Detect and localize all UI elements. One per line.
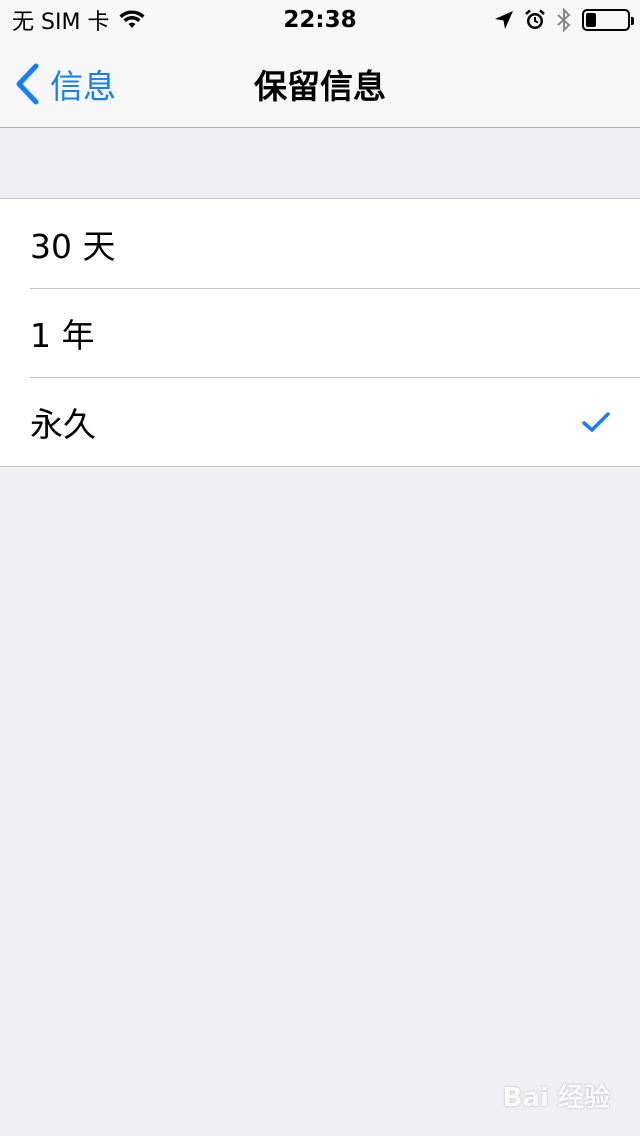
back-button[interactable]: 信息 bbox=[14, 40, 116, 128]
option-label: 30 天 bbox=[30, 226, 116, 266]
retention-options-list: 30 天 1 年 永久 bbox=[0, 198, 640, 467]
carrier-label: 无 SIM 卡 bbox=[12, 10, 110, 35]
alarm-icon bbox=[525, 9, 545, 29]
option-label: 永久 bbox=[30, 404, 96, 444]
option-row-1-year[interactable]: 1 年 bbox=[0, 288, 640, 377]
battery-icon bbox=[582, 9, 634, 31]
chevron-left-icon bbox=[16, 63, 39, 105]
option-row-forever[interactable]: 永久 bbox=[0, 377, 640, 466]
status-bar: 无 SIM 卡 22:38 bbox=[0, 0, 640, 40]
back-button-label: 信息 bbox=[50, 67, 116, 106]
battery-fill bbox=[586, 13, 596, 27]
bluetooth-icon bbox=[557, 8, 571, 32]
status-bar-right bbox=[494, 8, 634, 32]
status-bar-left: 无 SIM 卡 bbox=[12, 4, 145, 36]
wifi-icon bbox=[119, 10, 145, 28]
option-row-30-days[interactable]: 30 天 bbox=[0, 199, 640, 288]
watermark-logo: Bai 经验 bbox=[502, 1083, 610, 1113]
checkmark-icon bbox=[582, 411, 610, 432]
navigation-bar: 信息 保留信息 bbox=[0, 40, 640, 128]
option-label: 1 年 bbox=[30, 315, 95, 355]
location-arrow-icon bbox=[495, 11, 513, 29]
